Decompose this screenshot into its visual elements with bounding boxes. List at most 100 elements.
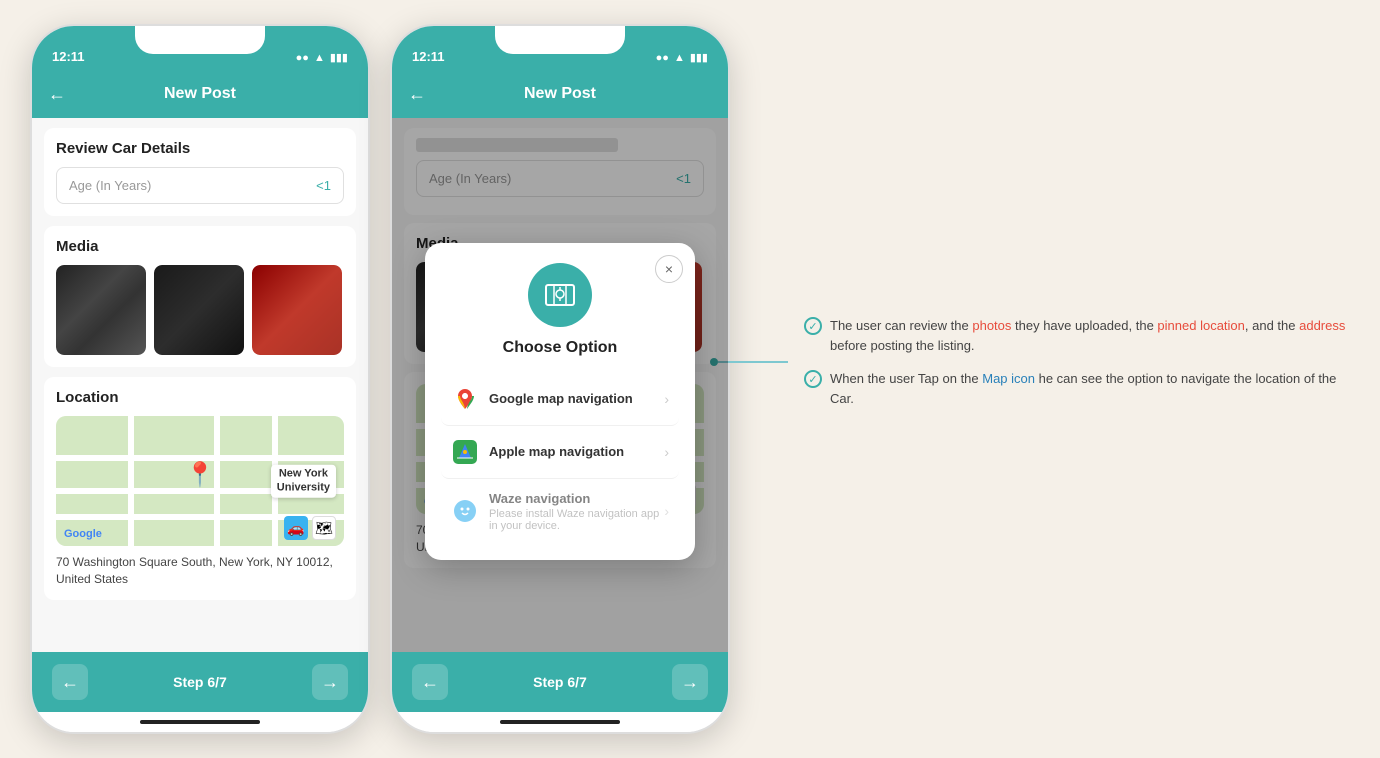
- modal-option-waze: Waze navigation Please install Waze navi…: [441, 479, 679, 544]
- map-road-v2: [214, 416, 220, 546]
- phone2-step-label: Step 6/7: [533, 674, 587, 690]
- phone2-prev-arrow: ←: [421, 672, 439, 693]
- apple-maps-icon: [451, 438, 479, 466]
- annotation-note-1: The user can review the photos they have…: [804, 316, 1350, 355]
- phone1-age-field[interactable]: Age (In Years) <1: [56, 167, 344, 204]
- phone1-frame: 12:11 ●● ▲ ▮▮▮ ← New Post Review Car Det…: [30, 24, 370, 734]
- phone2-home-indicator: [392, 712, 728, 732]
- map-pin: 📍: [185, 461, 215, 490]
- phone1-review-section: Review Car Details Age (In Years) <1: [44, 128, 356, 216]
- phone2-status-icons: ●● ▲ ▮▮▮: [656, 51, 708, 64]
- modal-map-icon: [528, 263, 592, 327]
- apple-maps-arrow: ›: [664, 444, 669, 460]
- waze-nav-icon[interactable]: 🚗: [284, 516, 308, 540]
- annotation-note-2: When the user Tap on the Map icon he can…: [804, 369, 1350, 408]
- waze-label: Waze navigation: [489, 491, 664, 506]
- choose-option-modal: × Choose Option: [425, 243, 695, 560]
- phone1-content: Review Car Details Age (In Years) <1 Med…: [32, 118, 368, 652]
- modal-option-google[interactable]: Google map navigation ›: [441, 373, 679, 426]
- map-nav-icons: 🚗 🗺: [284, 516, 336, 540]
- phone1-thumb-exterior: [252, 265, 342, 355]
- phone2-wifi-icon: ▲: [674, 52, 685, 64]
- phone1-media-thumb-2[interactable]: [154, 265, 244, 355]
- phone1-next-button[interactable]: →: [312, 664, 348, 700]
- apple-maps-text: Apple map navigation: [489, 444, 664, 459]
- map-location-label: New YorkUniversity: [271, 465, 336, 498]
- phone1-wifi-icon: ▲: [314, 52, 325, 64]
- connector-row: The user can review the photos they have…: [710, 316, 1350, 408]
- phone1-media-section: Media: [44, 226, 356, 367]
- phone1-thumb-interior: [154, 265, 244, 355]
- google-maps-text: Google map navigation: [489, 391, 664, 406]
- waze-icon: [451, 497, 479, 525]
- annotation-check-2: [804, 370, 822, 388]
- phone1-media-title: Media: [56, 238, 344, 255]
- page-container: 12:11 ●● ▲ ▮▮▮ ← New Post Review Car Det…: [0, 0, 1380, 758]
- google-maps-arrow: ›: [664, 391, 669, 407]
- phone2-notch: [495, 26, 625, 54]
- apple-maps-label: Apple map navigation: [489, 444, 664, 459]
- google-logo: Google: [64, 528, 102, 540]
- phone1-map-bg: 📍 New YorkUniversity Google 🚗 🗺: [56, 416, 344, 546]
- phone2-next-button[interactable]: →: [672, 664, 708, 700]
- phone1-status-icons: ●● ▲ ▮▮▮: [296, 51, 348, 64]
- phone1-age-value: <1: [316, 178, 331, 193]
- phone2-signal-icon: ●●: [656, 52, 669, 64]
- phone2-nav-title: New Post: [524, 85, 596, 103]
- phone1-media-thumb-3[interactable]: [252, 265, 342, 355]
- connector-line: [718, 361, 788, 363]
- phone1-map[interactable]: 📍 New YorkUniversity Google 🚗 🗺: [56, 416, 344, 546]
- phone2-prev-button[interactable]: ←: [412, 664, 448, 700]
- map-road-v1: [128, 416, 134, 546]
- annotation-text-2: When the user Tap on the Map icon he can…: [830, 369, 1350, 408]
- map-icon-svg: [542, 277, 578, 313]
- phone1-home-indicator: [32, 712, 368, 732]
- annotation-check-1: [804, 317, 822, 335]
- waze-text: Waze navigation Please install Waze navi…: [489, 491, 664, 532]
- annotation-area: The user can review the photos they have…: [750, 316, 1350, 442]
- modal-option-apple[interactable]: Apple map navigation ›: [441, 426, 679, 479]
- phone1-location-section: Location 📍 New YorkUniversity Google: [44, 377, 356, 600]
- phone1-location-title: Location: [56, 389, 344, 406]
- phone2-battery-icon: ▮▮▮: [690, 51, 708, 64]
- phone1-nav-bar: ← New Post: [32, 70, 368, 118]
- google-maps-icon: [451, 385, 479, 413]
- phone1-signal-icon: ●●: [296, 52, 309, 64]
- phone1-battery-icon: ▮▮▮: [330, 51, 348, 64]
- phone1-media-thumb-1[interactable]: [56, 265, 146, 355]
- waze-arrow: ›: [664, 503, 669, 519]
- annotations-block: The user can review the photos they have…: [804, 316, 1350, 408]
- google-nav-icon[interactable]: 🗺: [312, 516, 336, 540]
- highlight-photos: photos: [972, 318, 1011, 333]
- modal-close-button[interactable]: ×: [655, 255, 683, 283]
- phone1-age-label: Age (In Years): [69, 178, 151, 193]
- phone2-bottom-bar: ← Step 6/7 →: [392, 652, 728, 712]
- phone2-frame: 12:11 ●● ▲ ▮▮▮ ← New Post Age (In Years): [390, 24, 730, 734]
- waze-sublabel: Please install Waze navigation app in yo…: [489, 508, 664, 532]
- phone1-back-button[interactable]: ←: [48, 84, 66, 105]
- phone1-thumb-dashboard: [56, 265, 146, 355]
- phone2-back-button[interactable]: ←: [408, 84, 426, 105]
- phone1-nav-title: New Post: [164, 85, 236, 103]
- phone1-time: 12:11: [52, 49, 85, 64]
- modal-title: Choose Option: [441, 339, 679, 357]
- phone2-content: Age (In Years) <1 Media: [392, 118, 728, 652]
- phone1-notch: [135, 26, 265, 54]
- connector-container: The user can review the photos they have…: [710, 316, 1350, 432]
- phone1-address: 70 Washington Square South, New York, NY…: [56, 554, 344, 588]
- google-maps-svg: [453, 387, 477, 411]
- annotation-text-1: The user can review the photos they have…: [830, 316, 1350, 355]
- phone1-media-grid: [56, 265, 344, 355]
- phone1-prev-button[interactable]: ←: [52, 664, 88, 700]
- phone1-home-bar: [140, 720, 260, 724]
- modal-close-icon: ×: [665, 261, 673, 277]
- apple-maps-svg: [453, 440, 477, 464]
- phone2-nav-bar: ← New Post: [392, 70, 728, 118]
- modal-overlay: × Choose Option: [392, 210, 728, 592]
- google-maps-label: Google map navigation: [489, 391, 664, 406]
- phone1-next-arrow: →: [321, 672, 339, 693]
- phone1-review-title: Review Car Details: [56, 140, 344, 157]
- phone2-home-bar: [500, 720, 620, 724]
- highlight-address: address: [1299, 318, 1345, 333]
- highlight-map-icon: Map icon: [982, 371, 1035, 386]
